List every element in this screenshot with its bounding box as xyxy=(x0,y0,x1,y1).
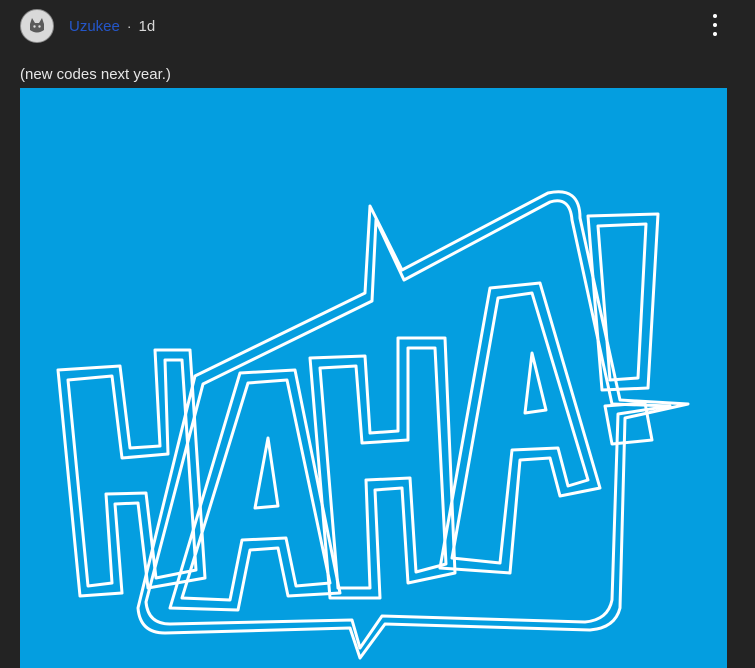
post-card: Uzukee · 1d (new codes next year.) xyxy=(0,0,755,668)
author-avatar[interactable] xyxy=(20,9,54,43)
meta-separator: · xyxy=(126,18,132,34)
cat-avatar-icon xyxy=(30,18,44,33)
post-header: Uzukee · 1d xyxy=(20,8,735,44)
post-time: 1d xyxy=(138,17,156,35)
kebab-menu-icon[interactable] xyxy=(705,14,725,36)
post-caption: (new codes next year.) xyxy=(20,66,171,83)
post-image[interactable] xyxy=(20,88,727,668)
haha-speech-bubble-image xyxy=(20,88,727,668)
author-name-link[interactable]: Uzukee xyxy=(69,18,120,35)
